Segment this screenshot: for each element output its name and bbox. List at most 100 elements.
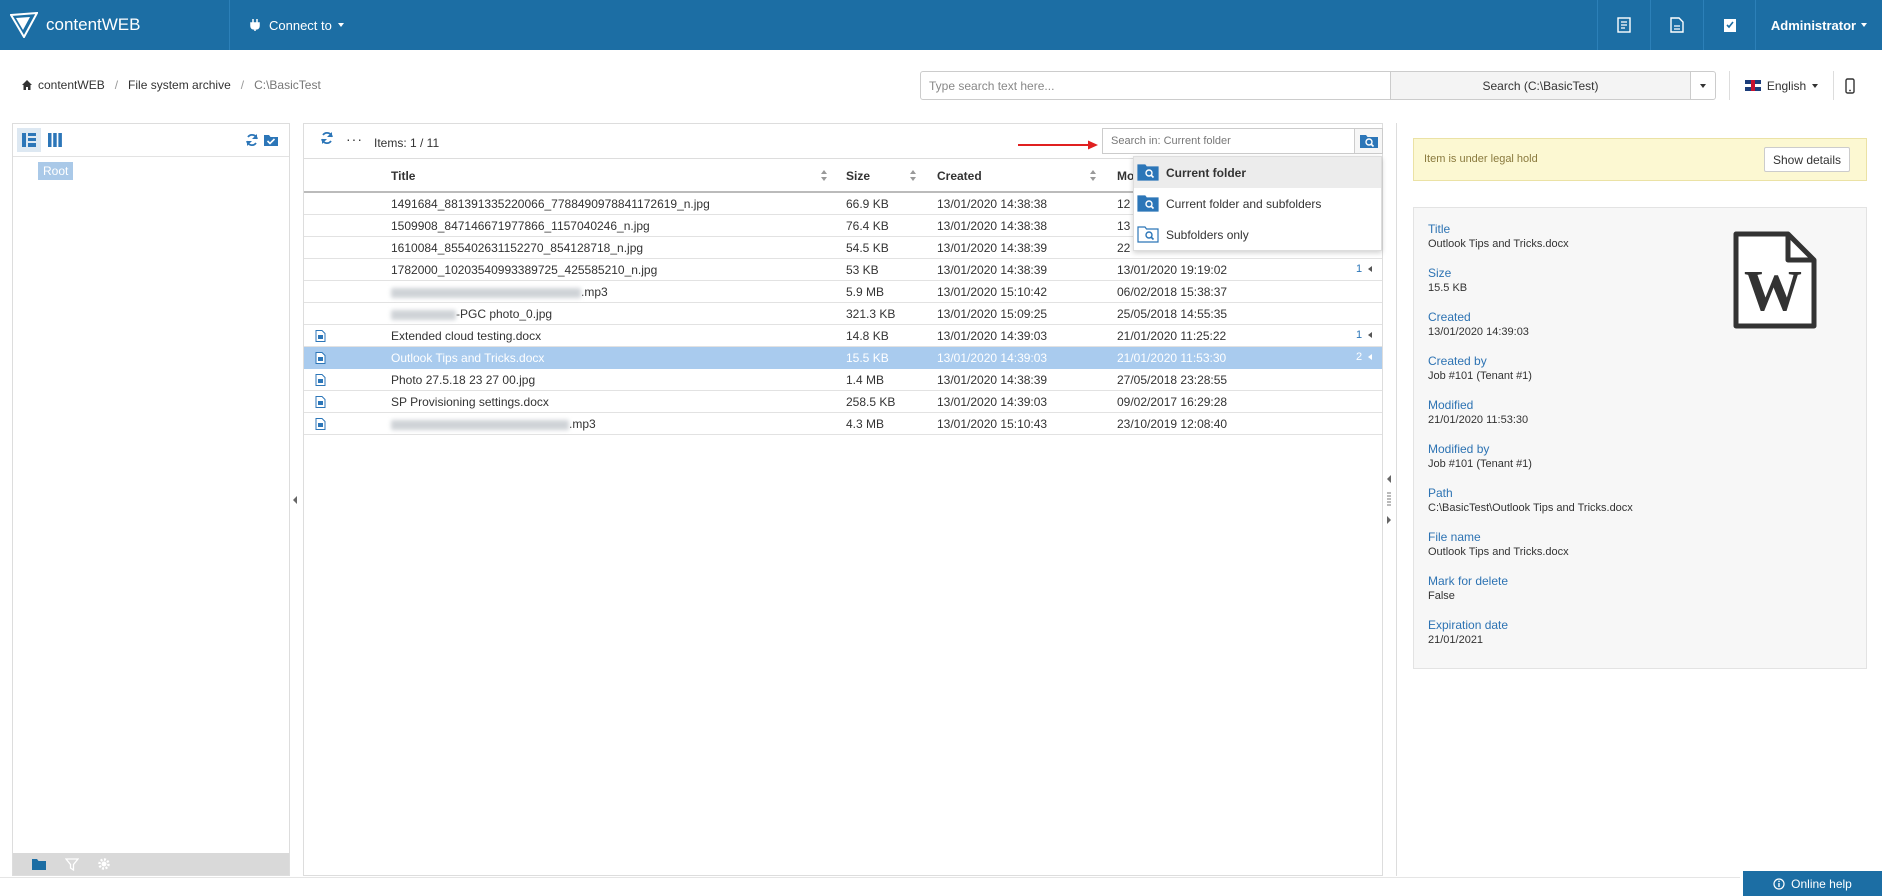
table-row[interactable]: .mp3 5.9 MB 13/01/2020 15:10:42 06/02/2018 …: [304, 281, 1382, 303]
tree-toolbar: [13, 124, 289, 157]
sort-icon[interactable]: [820, 169, 828, 182]
search-options-dropdown[interactable]: [1690, 71, 1716, 100]
tree-root-node[interactable]: Root: [38, 162, 74, 180]
cell-title-text: Outlook Tips and Tricks.docx: [391, 351, 545, 365]
table-row[interactable]: Outlook Tips and Tricks.docx 15.5 KB 13/01…: [304, 347, 1382, 369]
table-row[interactable]: SP Provisioning settings.docx 258.5 KB 13/…: [304, 391, 1382, 413]
report-button[interactable]: [1597, 0, 1650, 50]
version-badge[interactable]: 1: [1356, 263, 1373, 275]
tree-view-button[interactable]: [17, 128, 41, 152]
table-row[interactable]: 1782000_10203540993389725_425585210_n.jp…: [304, 259, 1382, 281]
search-scope-option-label: Current folder: [1166, 165, 1247, 180]
folder-search-input[interactable]: [1102, 128, 1355, 154]
cell-title: Photo 27.5.18 23 27 00.jpg: [391, 373, 535, 387]
cell-title-text: Extended cloud testing.docx: [391, 329, 542, 343]
more-actions-button[interactable]: ···: [346, 131, 363, 147]
cell-title: 1610084_855402631152270_854128718_n.jpg: [391, 241, 643, 255]
expand-left-icon: [1368, 266, 1373, 272]
column-view-button[interactable]: [43, 128, 67, 152]
sort-icon[interactable]: [909, 169, 917, 182]
redacted-text: [391, 287, 581, 298]
table-row[interactable]: Extended cloud testing.docx 14.8 KB 13/01/…: [304, 325, 1382, 347]
cell-title: 1782000_10203540993389725_425585210_n.jp…: [391, 263, 657, 277]
chevron-down-icon: [337, 23, 344, 27]
tasks-button[interactable]: [1703, 0, 1756, 50]
show-details-button[interactable]: Show details: [1764, 147, 1850, 172]
folder-check-icon[interactable]: [263, 133, 279, 147]
version-badge[interactable]: 1: [1356, 329, 1373, 341]
redacted-text: [391, 309, 456, 320]
column-header-modified[interactable]: Mo: [1117, 159, 1134, 192]
search-scope-option[interactable]: Current folder: [1134, 157, 1381, 188]
global-search-input[interactable]: [920, 71, 1391, 100]
property-value: Job #101 (Tenant #1): [1428, 370, 1532, 382]
legal-hold-text: Item is under legal hold: [1424, 153, 1538, 165]
cell-created: 13/01/2020 14:38:39: [937, 263, 1048, 277]
breadcrumb-current: C:\BasicTest: [254, 78, 321, 92]
table-row[interactable]: Photo 27.5.18 23 27 00.jpg 1.4 MB 13/01/20…: [304, 369, 1382, 391]
redacted-text: [391, 419, 569, 430]
search-scope-option-label: Subfolders only: [1166, 227, 1249, 242]
table-row[interactable]: .mp3 4.3 MB 13/01/2020 15:10:43 23/10/2019 …: [304, 413, 1382, 435]
cell-size: 76.4 KB: [846, 219, 889, 233]
folder-search-icon: [1359, 135, 1378, 148]
folder-search-icon: [1137, 226, 1159, 243]
property-value: Outlook Tips and Tricks.docx: [1428, 546, 1569, 558]
property-label: Expiration date: [1428, 618, 1509, 632]
sort-icon[interactable]: [1089, 169, 1097, 182]
table-row[interactable]: -PGC photo_0.jpg 321.3 KB 13/01/2020 15:09…: [304, 303, 1382, 325]
cell-created: 13/01/2020 14:38:39: [937, 241, 1048, 255]
cell-modified: 09/02/2017 16:29:28: [1117, 395, 1228, 409]
connect-to-label: Connect to: [269, 17, 332, 33]
property-item: Modified by Job #101 (Tenant #1): [1428, 442, 1532, 470]
splitter-handle-icon[interactable]: [1386, 475, 1392, 525]
collapse-left-panel-icon[interactable]: [292, 495, 298, 505]
breadcrumb-home[interactable]: contentWEB: [38, 78, 105, 92]
cell-title-text: .mp3: [569, 417, 596, 431]
column-header-size[interactable]: Size: [846, 159, 870, 192]
column-header-title[interactable]: Title: [391, 159, 415, 192]
property-label: Modified: [1428, 398, 1474, 412]
search-scope-button[interactable]: [1354, 128, 1383, 154]
file-icon: [315, 418, 326, 430]
refresh-icon[interactable]: [245, 133, 259, 147]
online-help-button[interactable]: Online help: [1743, 871, 1882, 896]
mobile-view-button[interactable]: [1840, 71, 1860, 100]
folder-icon[interactable]: [31, 858, 47, 871]
cell-title: Outlook Tips and Tricks.docx: [391, 351, 544, 365]
cell-title: 1509908_847146671977866_1157040246_n.jpg: [391, 219, 650, 233]
property-value: 13/01/2020 14:39:03: [1428, 326, 1529, 338]
search-button[interactable]: Search (C:\BasicTest): [1390, 71, 1691, 100]
version-badge[interactable]: 2: [1356, 351, 1373, 363]
cell-size: 258.5 KB: [846, 395, 896, 409]
cell-title-text: -PGC photo_0.jpg: [456, 307, 553, 321]
mobile-phone-icon: [1845, 77, 1855, 94]
user-menu[interactable]: Administrator: [1755, 0, 1882, 50]
cell-title-text: SP Provisioning settings.docx: [391, 395, 549, 409]
cell-title: .mp3: [391, 417, 596, 431]
breadcrumb-section[interactable]: File system archive: [128, 78, 231, 92]
cell-title-text: 1782000_10203540993389725_425585210_n.jp…: [391, 263, 658, 277]
refresh-icon[interactable]: [320, 131, 334, 145]
document-button[interactable]: [1650, 0, 1703, 50]
gear-icon[interactable]: [97, 857, 111, 871]
language-selector[interactable]: English: [1729, 71, 1834, 100]
property-value: Job #101 (Tenant #1): [1428, 458, 1532, 470]
details-panel: Item is under legal hold Show details W …: [1396, 123, 1882, 876]
cell-title-text: Photo 27.5.18 23 27 00.jpg: [391, 373, 536, 387]
cell-size: 321.3 KB: [846, 307, 896, 321]
legal-hold-banner: Item is under legal hold Show details: [1413, 138, 1867, 181]
brand-logo-link[interactable]: contentWEB: [0, 0, 230, 50]
breadcrumb-separator: /: [114, 78, 119, 92]
search-scope-option[interactable]: Current folder and subfolders: [1134, 188, 1381, 219]
property-label: Path: [1428, 486, 1453, 500]
cell-size: 66.9 KB: [846, 197, 889, 211]
connect-to-menu[interactable]: Connect to: [249, 0, 344, 50]
filter-icon[interactable]: [65, 857, 79, 871]
version-count: 1: [1356, 329, 1363, 341]
contentweb-logo-icon: [10, 12, 38, 38]
column-header-created[interactable]: Created: [937, 159, 982, 192]
search-scope-option[interactable]: Subfolders only: [1134, 219, 1381, 250]
cell-created: 13/01/2020 14:38:39: [937, 373, 1048, 387]
info-icon: [1773, 877, 1785, 890]
